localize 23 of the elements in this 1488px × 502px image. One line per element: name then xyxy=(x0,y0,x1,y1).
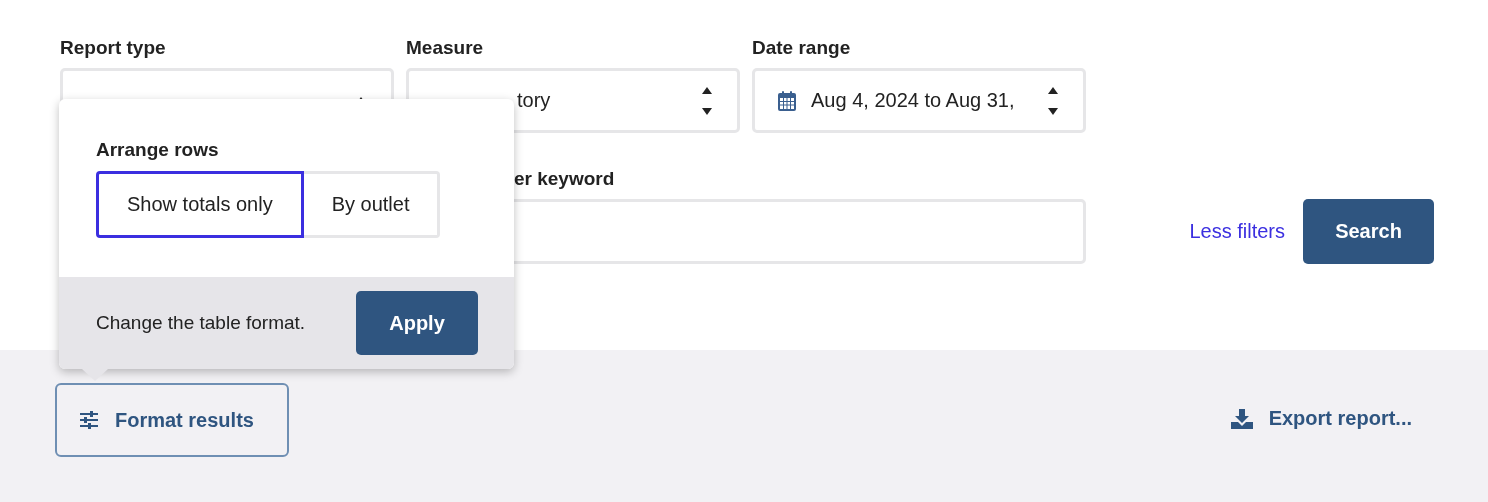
segment-option[interactable]: Show totals only xyxy=(96,171,304,238)
field-value: tory xyxy=(516,89,552,112)
segment-option[interactable]: By outlet xyxy=(303,171,441,238)
less-filters-link[interactable]: Less filters xyxy=(1189,199,1285,264)
caret-down-icon xyxy=(701,107,713,115)
export-report-link[interactable]: Export report... xyxy=(1230,407,1412,430)
field-label: Date range xyxy=(752,36,852,60)
field-label: er keyword xyxy=(513,167,616,191)
footer-text: Change the table format. xyxy=(96,312,306,334)
search-button[interactable]: Search xyxy=(1303,199,1434,264)
format-results-button[interactable]: Format results xyxy=(55,383,289,457)
calendar-icon xyxy=(777,89,797,112)
caret-up-icon xyxy=(701,86,713,94)
apply-button[interactable]: Apply xyxy=(356,291,478,355)
field-label: Measure xyxy=(406,36,485,60)
field-label: Report type xyxy=(60,36,167,60)
caret-down-icon xyxy=(1047,107,1059,115)
popover-title: Arrange rows xyxy=(96,139,220,161)
download-icon xyxy=(1230,408,1253,429)
sliders-icon xyxy=(79,411,99,429)
caret-up-icon xyxy=(1047,86,1059,94)
date-range-field[interactable]: Aug 4, 2024 to Aug 31, xyxy=(752,68,1086,133)
field-value: Aug 4, 2024 to Aug 31, xyxy=(811,89,1016,112)
